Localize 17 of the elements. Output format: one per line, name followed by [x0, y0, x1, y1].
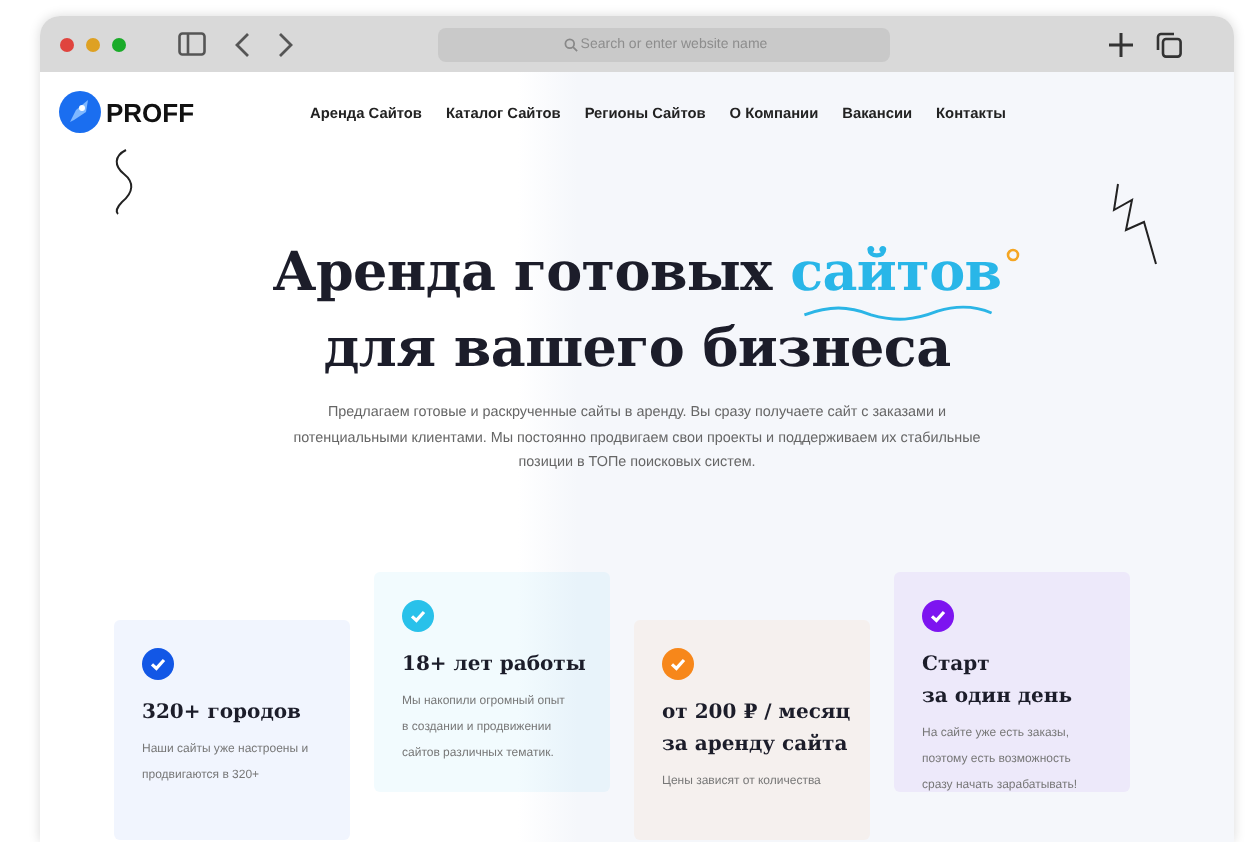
card-title: 320+ городов — [142, 699, 303, 727]
new-tab-icon[interactable] — [1108, 31, 1134, 57]
card-title: Старт за один день — [922, 651, 1075, 711]
zigzag-decoration-icon — [1112, 182, 1160, 266]
close-window-button[interactable] — [60, 37, 74, 51]
search-icon — [564, 37, 578, 51]
ring-decoration-icon — [1005, 248, 1020, 262]
sidebar-icon[interactable] — [178, 32, 206, 56]
hero-title: для вашего бизнеса — [321, 320, 953, 380]
logo-text[interactable]: PROFF — [106, 97, 195, 127]
forward-icon[interactable] — [278, 31, 294, 57]
card-title: от 200 ₽ / месяц за аренду сайта — [662, 699, 846, 759]
hero-title: Аренда готовых сайтов — [272, 244, 1002, 304]
squiggle-decoration-icon — [110, 148, 138, 216]
card-title: 18+ лет работы — [402, 651, 586, 679]
tabs-icon[interactable] — [1156, 31, 1182, 57]
back-icon[interactable] — [234, 31, 250, 57]
